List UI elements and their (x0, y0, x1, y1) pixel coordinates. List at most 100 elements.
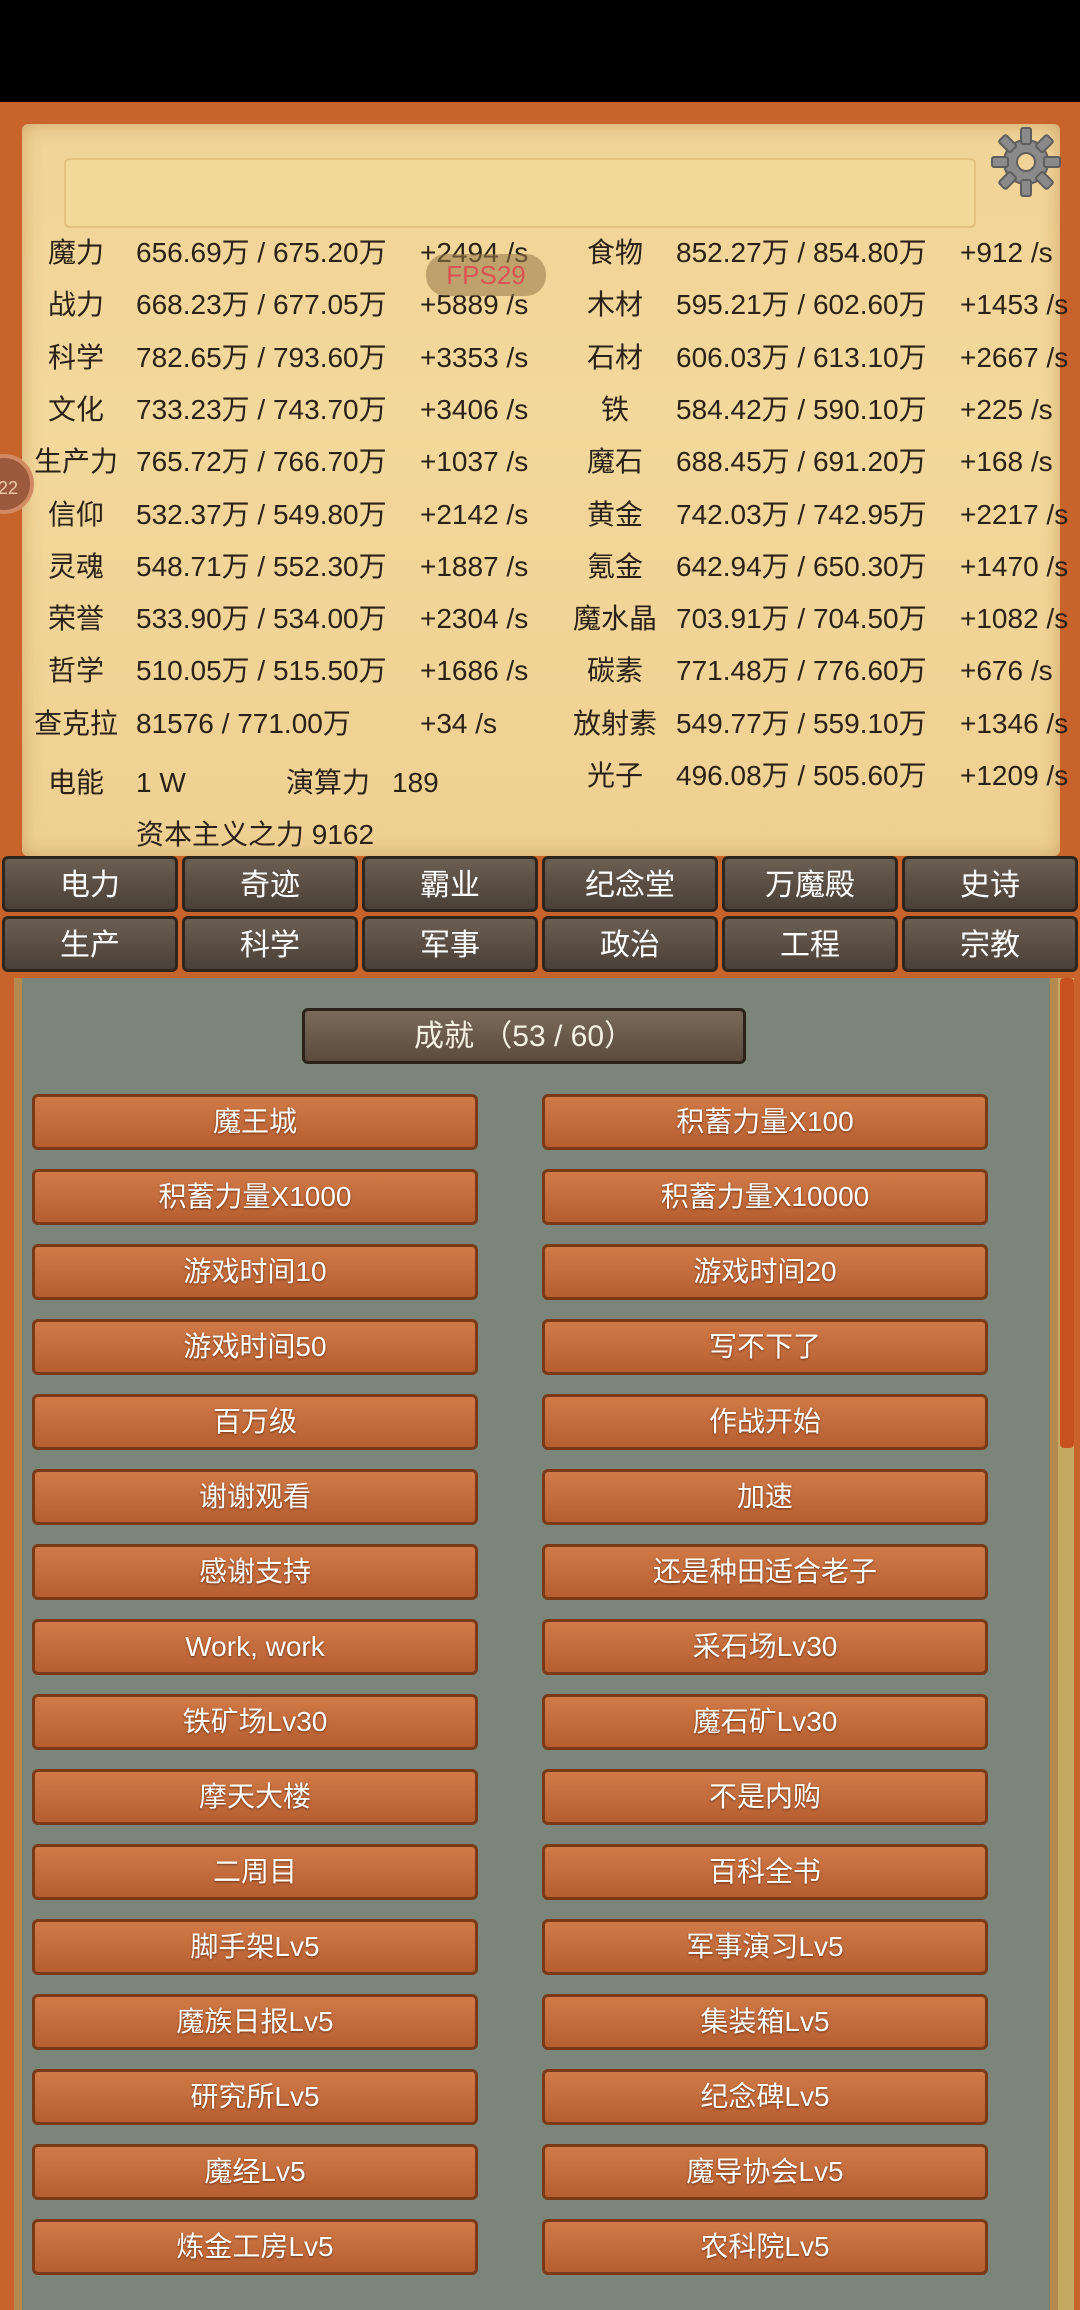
scrollbar-thumb[interactable] (1060, 978, 1074, 1448)
achievement-button[interactable]: 魔经Lv5 (32, 2144, 478, 2200)
resource-rate: +1037 /s (420, 446, 529, 478)
achievement-button[interactable]: 游戏时间50 (32, 1319, 478, 1375)
achievement-button[interactable]: 集装箱Lv5 (542, 1994, 988, 2050)
resource-rate: +1470 /s (960, 550, 1069, 582)
achievement-button[interactable]: 二周目 (32, 1844, 478, 1900)
resource-row: 光子 496.08万 / 505.60万 +1209 /s (568, 751, 1080, 801)
achievement-button[interactable]: 炼金工房Lv5 (32, 2219, 478, 2275)
tab-tabs_row2-0[interactable]: 生产 (2, 916, 178, 972)
achievement-button[interactable]: 魔导协会Lv5 (542, 2144, 988, 2200)
achievement-button[interactable]: 积蓄力量X1000 (32, 1169, 478, 1225)
resource-row: 哲学 510.05万 / 515.50万 +1686 /s (30, 646, 550, 696)
power-row: 电能 1 W 演算力 189 (0, 758, 500, 808)
achievement-button[interactable]: 不是内购 (542, 1769, 988, 1825)
resource-name: 魔石 (586, 446, 643, 478)
resource-value: 81576 / 771.00万 (136, 707, 351, 739)
achievement-button[interactable]: 魔王城 (32, 1094, 478, 1150)
tab-tabs_row2-5[interactable]: 宗教 (902, 916, 1078, 972)
resource-rate: +3406 /s (420, 393, 529, 425)
resource-row: 荣誉 533.90万 / 534.00万 +2304 /s (30, 594, 550, 644)
resource-rate: +168 /s (960, 446, 1053, 478)
resource-name: 光子 (586, 760, 643, 791)
achievements-title: 成就 （53 / 60） (302, 1008, 746, 1064)
resource-value: 771.48万 / 776.60万 (676, 655, 927, 687)
power-label: 电能 (48, 767, 105, 798)
achievement-button[interactable]: 铁矿场Lv30 (32, 1694, 478, 1750)
achievement-button[interactable]: 脚手架Lv5 (32, 1919, 478, 1975)
achievement-button[interactable]: 研究所Lv5 (32, 2069, 478, 2125)
resource-name: 铁 (600, 393, 629, 425)
resource-value: 742.03万 / 742.95万 (676, 498, 927, 530)
resource-row: 放射素 549.77万 / 559.10万 +1346 /s (568, 699, 1080, 749)
resource-row: 生产力 765.72万 / 766.70万 +1037 /s (30, 437, 550, 487)
achievement-button[interactable]: 农科院Lv5 (542, 2219, 988, 2275)
resource-name: 科学 (47, 341, 104, 373)
achievement-button[interactable]: 百万级 (32, 1394, 478, 1450)
resource-rate: +2217 /s (960, 498, 1069, 530)
resource-name: 食物 (586, 237, 643, 268)
achievement-button[interactable]: 摩天大楼 (32, 1769, 478, 1825)
achievement-button[interactable]: 百科全书 (542, 1844, 988, 1900)
resource-name: 荣誉 (47, 603, 104, 635)
tab-tabs_row1-0[interactable]: 电力 (2, 856, 178, 912)
resource-rate: +1453 /s (960, 289, 1069, 321)
resource-name: 生产力 (33, 446, 118, 478)
resource-rate: +1209 /s (960, 760, 1069, 791)
resource-value: 656.69万 / 675.20万 (136, 237, 387, 268)
resource-rate: +912 /s (960, 237, 1053, 268)
tab-tabs_row2-4[interactable]: 工程 (722, 916, 898, 972)
achievement-button[interactable]: 还是种田适合老子 (542, 1544, 988, 1600)
tab-tabs_row1-5[interactable]: 史诗 (902, 856, 1078, 912)
resource-row: 信仰 532.37万 / 549.80万 +2142 /s (30, 490, 550, 540)
resource-value: 533.90万 / 534.00万 (136, 603, 387, 635)
resource-name: 哲学 (47, 655, 104, 687)
resource-row: 文化 733.23万 / 743.70万 +3406 /s (30, 385, 550, 435)
tab-tabs_row2-1[interactable]: 科学 (182, 916, 358, 972)
status-bar (0, 0, 1080, 102)
resource-value: 584.42万 / 590.10万 (676, 393, 927, 425)
resource-name: 文化 (47, 393, 104, 425)
tab-row-2: 生产 科学 军事 政治 工程 宗教 (0, 916, 1080, 976)
tab-tabs_row1-2[interactable]: 霸业 (362, 856, 538, 912)
achievement-button[interactable]: 采石场Lv30 (542, 1619, 988, 1675)
resource-row: 木材 595.21万 / 602.60万 +1453 /s (568, 280, 1080, 330)
gear-icon[interactable] (988, 124, 1064, 200)
achievement-button[interactable]: 魔族日报Lv5 (32, 1994, 478, 2050)
resource-name: 木材 (586, 289, 643, 321)
resource-name: 放射素 (572, 707, 657, 739)
resource-rate: +3353 /s (420, 341, 529, 373)
resource-name: 魔水晶 (572, 603, 657, 635)
resource-row: 魔水晶 703.91万 / 704.50万 +1082 /s (568, 594, 1080, 644)
achievement-button[interactable]: 积蓄力量X10000 (542, 1169, 988, 1225)
resource-row: 食物 852.27万 / 854.80万 +912 /s (568, 228, 1080, 278)
tab-tabs_row1-3[interactable]: 纪念堂 (542, 856, 718, 912)
achievement-button[interactable]: 作战开始 (542, 1394, 988, 1450)
compute-label: 演算力 (286, 767, 371, 798)
tab-tabs_row1-4[interactable]: 万魔殿 (722, 856, 898, 912)
resource-rate: +225 /s (960, 393, 1053, 425)
resource-name: 碳素 (586, 655, 643, 687)
resource-rate: +2667 /s (960, 341, 1069, 373)
achievement-button[interactable]: 游戏时间20 (542, 1244, 988, 1300)
search-input[interactable] (64, 158, 976, 228)
achievement-button[interactable]: 谢谢观看 (32, 1469, 478, 1525)
resource-value: 668.23万 / 677.05万 (136, 289, 387, 321)
resource-rate: +2304 /s (420, 603, 529, 635)
achievement-button[interactable]: Work, work (32, 1619, 478, 1675)
resource-value: 852.27万 / 854.80万 (676, 237, 927, 268)
achievement-button[interactable]: 纪念碑Lv5 (542, 2069, 988, 2125)
achievement-button[interactable]: 军事演习Lv5 (542, 1919, 988, 1975)
achievement-button[interactable]: 感谢支持 (32, 1544, 478, 1600)
achievement-button[interactable]: 积蓄力量X100 (542, 1094, 988, 1150)
tab-tabs_row2-3[interactable]: 政治 (542, 916, 718, 972)
tab-tabs_row2-2[interactable]: 军事 (362, 916, 538, 972)
achievement-button[interactable]: 魔石矿Lv30 (542, 1694, 988, 1750)
resource-row: 魔石 688.45万 / 691.20万 +168 /s (568, 437, 1080, 487)
resource-name: 战力 (47, 289, 104, 321)
power-value: 1 W (136, 767, 186, 798)
achievement-button[interactable]: 加速 (542, 1469, 988, 1525)
achievement-button[interactable]: 写不下了 (542, 1319, 988, 1375)
achievement-button[interactable]: 游戏时间10 (32, 1244, 478, 1300)
resource-row: 碳素 771.48万 / 776.60万 +676 /s (568, 646, 1080, 696)
tab-tabs_row1-1[interactable]: 奇迹 (182, 856, 358, 912)
